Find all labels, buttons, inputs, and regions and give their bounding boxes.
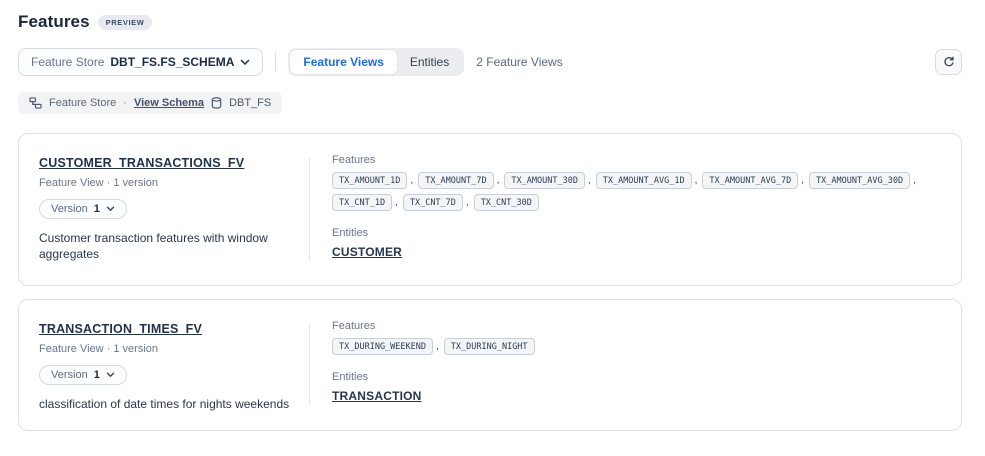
schema-icon [29, 97, 42, 109]
page-header: Features PREVIEW [18, 12, 962, 32]
chevron-down-icon [106, 206, 115, 212]
chip-separator: , [395, 197, 398, 208]
view-schema-link[interactable]: View Schema [134, 97, 204, 109]
chip-separator: , [588, 175, 591, 186]
version-label: Version [51, 369, 88, 381]
refresh-button[interactable] [935, 49, 962, 75]
chip-separator: , [410, 175, 413, 186]
feature-view-card: CUSTOMER_TRANSACTIONS_FV Feature View · … [18, 133, 962, 286]
breadcrumb-separator: · [123, 97, 127, 109]
features-chip-list: TX_AMOUNT_1D,TX_AMOUNT_7D,TX_AMOUNT_30D,… [332, 172, 939, 211]
feature-view-meta: Feature View · 1 version [39, 343, 309, 355]
breadcrumb-store-label: Feature Store [49, 97, 116, 109]
chip-separator: , [497, 175, 500, 186]
toolbar-divider [275, 53, 276, 71]
tab-entities[interactable]: Entities [397, 50, 462, 74]
feature-chip: TX_AMOUNT_AVG_1D [596, 172, 692, 189]
entities-section: Entities TRANSACTION [332, 371, 939, 405]
version-value: 1 [94, 203, 100, 215]
card-details: Features TX_AMOUNT_1D,TX_AMOUNT_7D,TX_AM… [310, 134, 961, 285]
tab-feature-views[interactable]: Feature Views [290, 50, 396, 74]
feature-chip: TX_AMOUNT_7D [418, 172, 493, 189]
page-title: Features [18, 12, 90, 32]
feature-view-title-link[interactable]: CUSTOMER_TRANSACTIONS_FV [39, 156, 244, 170]
database-icon [211, 97, 222, 109]
feature-views-count: 2 Feature Views [476, 55, 563, 69]
feature-view-meta: Feature View · 1 version [39, 177, 309, 189]
version-dropdown[interactable]: Version 1 [39, 199, 127, 219]
chevron-down-icon [106, 372, 115, 378]
features-page: Features PREVIEW Feature Store DBT_FS.FS… [0, 0, 985, 431]
card-info: TRANSACTION_TIMES_FV Feature View · 1 ve… [19, 300, 309, 430]
entity-link[interactable]: TRANSACTION [332, 389, 422, 403]
feature-chip: TX_AMOUNT_1D [332, 172, 407, 189]
feature-chip: TX_DURING_NIGHT [444, 338, 535, 355]
entities-section-label: Entities [332, 371, 939, 383]
entities-section: Entities CUSTOMER [332, 227, 939, 261]
feature-view-description: Customer transaction features with windo… [39, 230, 309, 262]
feature-store-label: Feature Store [31, 55, 104, 69]
features-section-label: Features [332, 154, 939, 166]
version-dropdown[interactable]: Version 1 [39, 365, 127, 385]
feature-view-title-link[interactable]: TRANSACTION_TIMES_FV [39, 322, 202, 336]
feature-store-dropdown[interactable]: Feature Store DBT_FS.FS_SCHEMA [18, 48, 263, 76]
breadcrumb-row: Feature Store · View Schema DBT_FS [18, 92, 962, 114]
feature-view-list: CUSTOMER_TRANSACTIONS_FV Feature View · … [18, 133, 962, 431]
chip-separator: , [466, 197, 469, 208]
features-chip-list: TX_DURING_WEEKEND, TX_DURING_NIGHT [332, 338, 939, 355]
breadcrumb-database-name: DBT_FS [229, 97, 271, 109]
card-info: CUSTOMER_TRANSACTIONS_FV Feature View · … [19, 134, 309, 285]
refresh-icon [943, 56, 955, 68]
features-section-label: Features [332, 320, 939, 332]
chip-separator: , [913, 175, 916, 186]
feature-chip: TX_CNT_30D [474, 194, 539, 211]
card-details: Features TX_DURING_WEEKEND, TX_DURING_NIG… [310, 300, 961, 430]
breadcrumb: Feature Store · View Schema DBT_FS [18, 92, 282, 114]
feature-chip: TX_CNT_1D [332, 194, 392, 211]
preview-badge: PREVIEW [98, 15, 153, 30]
feature-chip: TX_DURING_WEEKEND [332, 338, 433, 355]
chevron-down-icon [240, 59, 250, 66]
feature-chip: TX_AMOUNT_AVG_7D [702, 172, 798, 189]
feature-store-value: DBT_FS.FS_SCHEMA [110, 55, 234, 69]
feature-chip: TX_CNT_7D [403, 194, 463, 211]
chip-separator: , [801, 175, 804, 186]
chip-separator: , [695, 175, 698, 186]
toolbar: Feature Store DBT_FS.FS_SCHEMA Feature V… [18, 48, 962, 76]
feature-chip: TX_AMOUNT_30D [504, 172, 585, 189]
feature-view-description: classification of date times for nights … [39, 396, 309, 412]
version-value: 1 [94, 369, 100, 381]
chip-separator: , [436, 341, 439, 352]
version-label: Version [51, 203, 88, 215]
view-tabs: Feature Views Entities [288, 48, 464, 76]
feature-view-card: TRANSACTION_TIMES_FV Feature View · 1 ve… [18, 299, 962, 431]
entities-section-label: Entities [332, 227, 939, 239]
feature-chip: TX_AMOUNT_AVG_30D [809, 172, 910, 189]
entity-link[interactable]: CUSTOMER [332, 245, 402, 259]
